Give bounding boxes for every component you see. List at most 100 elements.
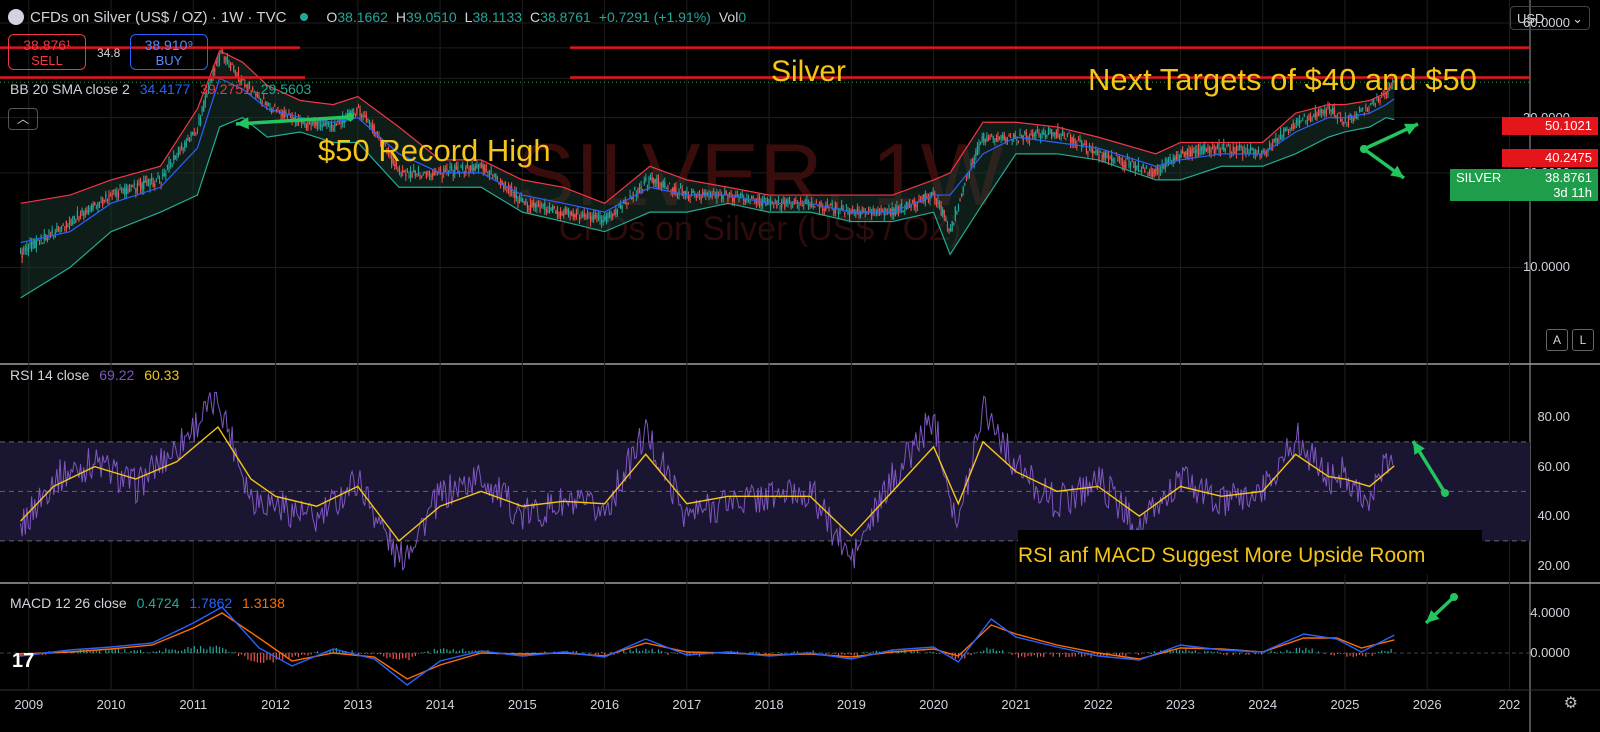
histogram-bar xyxy=(1058,653,1061,657)
histogram-bar xyxy=(436,650,439,653)
candle-body xyxy=(179,149,181,154)
candle-body xyxy=(196,129,199,132)
candle-body xyxy=(67,225,69,228)
candle-body xyxy=(452,174,454,176)
candle-body xyxy=(149,178,151,188)
auto-scale-button[interactable]: A xyxy=(1546,329,1568,351)
candle-body xyxy=(736,195,739,197)
sell-button[interactable]: 38.876¹ SELL xyxy=(8,34,86,70)
histogram-bar xyxy=(234,651,236,653)
candle-body xyxy=(168,160,170,172)
rsi-legend[interactable]: RSI 14 close 69.22 60.33 xyxy=(10,367,185,383)
histogram-bar xyxy=(364,653,366,654)
histogram-bar xyxy=(765,653,767,655)
histogram-bar xyxy=(433,648,435,653)
candle-body xyxy=(259,99,262,101)
candle-body xyxy=(608,212,611,217)
candle-body xyxy=(1024,130,1026,135)
log-scale-button[interactable]: L xyxy=(1572,329,1594,351)
settings-gear-icon[interactable]: ⚙ xyxy=(1564,693,1578,713)
candle-body xyxy=(414,170,416,177)
histogram-bar xyxy=(1150,653,1152,655)
collapse-legend-button[interactable]: ︿ xyxy=(8,108,38,130)
histogram-bar xyxy=(638,650,641,653)
tradingview-logo-icon: 17 xyxy=(12,650,35,672)
histogram-bar xyxy=(967,653,969,655)
chart-canvas[interactable]: SILVER, 1WCFDs on Silver (US$ / OZ) xyxy=(0,0,1600,732)
candle-body xyxy=(83,213,85,217)
candle-body xyxy=(1201,147,1203,151)
bb-legend[interactable]: BB 20 SMA close 2 34.4177 39.2751 29.560… xyxy=(10,81,317,97)
candle-body xyxy=(1197,148,1200,156)
candle-body xyxy=(837,211,840,214)
candle-body xyxy=(713,191,715,193)
candle-body xyxy=(171,164,173,167)
candle-body xyxy=(327,122,330,125)
candle-body xyxy=(1114,162,1116,164)
histogram-bar xyxy=(752,651,754,653)
candle-body xyxy=(1039,135,1042,139)
candle-body xyxy=(162,173,164,177)
histogram-bar xyxy=(190,648,192,653)
time-axis-label: 2012 xyxy=(261,697,291,712)
candle-body xyxy=(795,200,797,202)
candle-body xyxy=(1186,148,1189,157)
histogram-bar xyxy=(272,653,274,663)
buy-button[interactable]: 38.910⁹ BUY xyxy=(130,34,208,70)
histogram-bar xyxy=(1052,653,1054,657)
histogram-bar xyxy=(241,653,243,655)
histogram-bar xyxy=(297,653,300,658)
candle-body xyxy=(1305,120,1307,122)
ohlc-key: O xyxy=(326,9,338,25)
histogram-bar xyxy=(1223,653,1225,655)
histogram-bar xyxy=(1049,653,1051,655)
candle-body xyxy=(1377,98,1380,102)
symbol-title[interactable]: CFDs on Silver (US$ / OZ) · 1W · TVC xyxy=(30,9,286,26)
histogram-bar xyxy=(1295,647,1297,653)
candle-body xyxy=(1054,133,1056,135)
candle-body xyxy=(283,110,285,118)
histogram-bar xyxy=(95,650,97,653)
histogram-bar xyxy=(212,647,214,653)
candle-body xyxy=(233,65,235,70)
candle-body xyxy=(1084,143,1086,145)
histogram-bar xyxy=(645,648,647,653)
candle-body xyxy=(1147,172,1149,176)
histogram-bar xyxy=(218,646,221,653)
candle-body xyxy=(634,187,636,190)
candle-body xyxy=(679,187,682,189)
candle-body xyxy=(1002,134,1004,139)
candle-body xyxy=(681,189,683,197)
histogram-bar xyxy=(916,650,919,653)
candle-body xyxy=(443,168,445,173)
histogram-bar xyxy=(354,652,356,653)
candle-body xyxy=(308,121,311,124)
candle-body xyxy=(668,183,671,185)
candle-body xyxy=(534,203,536,208)
candle-body xyxy=(1278,139,1280,141)
histogram-bar xyxy=(427,651,429,653)
silver-annotation: Silver xyxy=(771,55,847,88)
histogram-bar xyxy=(133,649,135,653)
histogram-bar xyxy=(648,650,650,653)
candle-body xyxy=(1051,129,1053,138)
candle-body xyxy=(991,134,993,136)
candle-body xyxy=(689,199,691,201)
candle-body xyxy=(845,205,847,207)
histogram-bar xyxy=(124,649,126,653)
candle-body xyxy=(940,205,942,216)
histogram-bar xyxy=(370,653,372,655)
candle-body xyxy=(888,208,890,210)
candle-body xyxy=(329,126,331,129)
candle-body xyxy=(597,214,600,217)
candle-body xyxy=(335,124,337,126)
candle-body xyxy=(1221,147,1223,150)
candle-body xyxy=(1120,157,1122,161)
histogram-bar xyxy=(187,646,189,653)
candle-body xyxy=(1219,150,1222,152)
candle-body xyxy=(146,180,148,186)
histogram-bar xyxy=(853,653,855,656)
candle-body xyxy=(432,173,434,177)
macd-legend[interactable]: MACD 12 26 close 0.4724 1.7862 1.3138 xyxy=(10,595,291,611)
candle-body xyxy=(228,64,230,67)
